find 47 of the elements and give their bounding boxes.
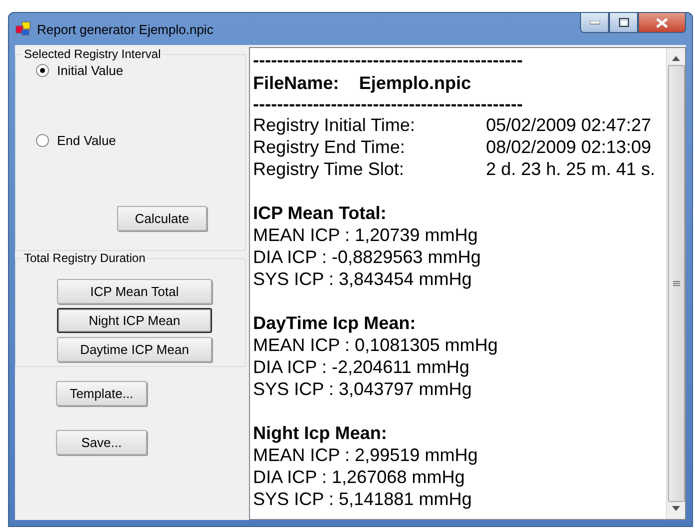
report-button[interactable]: Daytime ICP Mean [57, 337, 212, 362]
scroll-down-icon[interactable] [672, 506, 680, 511]
report-button[interactable]: ICP Mean Total [57, 279, 212, 304]
field-label: Registry End Time: [253, 136, 406, 158]
report-line: SYS ICP : 3,843454 mmHg [253, 269, 472, 289]
scroll-up-icon[interactable] [672, 56, 680, 61]
separator-line: --------------------------------------------- [253, 50, 523, 70]
group-title: Total Registry Duration [23, 251, 146, 265]
maximize-button[interactable] [609, 13, 638, 33]
calculate-button[interactable]: Calculate [117, 206, 207, 231]
file-label: FileName: [253, 72, 340, 95]
radio-button[interactable] [36, 134, 49, 147]
field-value: 08/02/2009 02:13:09 [486, 136, 652, 158]
report-line: DIA ICP : -0,8829563 mmHg [253, 247, 481, 267]
report-line: DIA ICP : 1,267068 mmHg [253, 467, 465, 487]
separator-line: --------------------------------------------- [253, 94, 523, 114]
report-line: MEAN ICP : 1,20739 mmHg [253, 225, 478, 245]
field-value: 2 d. 23 h. 25 m. 41 s. [486, 158, 656, 180]
field-label: Registry Initial Time: [253, 114, 416, 136]
minimize-icon [590, 20, 600, 24]
section-heading: DayTime Icp Mean: [253, 313, 416, 333]
report-text-area[interactable] [249, 47, 686, 520]
window-title: Report generator Ejemplo.npic [37, 22, 214, 36]
action-button[interactable]: Template... [56, 381, 147, 406]
close-icon [656, 18, 668, 28]
report-line: DIA ICP : -2,204611 mmHg [253, 357, 470, 377]
app-icon [15, 21, 31, 37]
report-line: MEAN ICP : 2,99519 mmHg [253, 445, 478, 465]
radio-label[interactable]: End Value [57, 133, 116, 148]
scrollbar[interactable] [666, 48, 685, 519]
minimize-button[interactable] [580, 13, 609, 33]
report-button[interactable]: Night ICP Mean [57, 308, 212, 333]
scroll-thumb[interactable] [668, 65, 684, 502]
group-title: Selected Registry Interval [23, 47, 162, 61]
report-line: SYS ICP : 5,141881 mmHg [253, 489, 472, 509]
maximize-icon [618, 18, 628, 27]
radio-button[interactable] [36, 64, 49, 77]
field-label: Registry Time Slot: [253, 158, 406, 180]
report-line: SYS ICP : 3,043797 mmHg [253, 379, 472, 399]
section-heading: ICP Mean Total: [253, 203, 386, 223]
field-value: 05/02/2009 02:47:27 [486, 114, 652, 136]
close-button[interactable] [638, 13, 686, 33]
file-name: Ejemplo.npic [359, 72, 472, 95]
radio-label[interactable]: Initial Value [57, 63, 124, 78]
section-heading: Night Icp Mean: [253, 423, 387, 443]
action-button[interactable]: Save... [56, 430, 147, 455]
report-line: MEAN ICP : 0,1081305 mmHg [253, 335, 498, 355]
